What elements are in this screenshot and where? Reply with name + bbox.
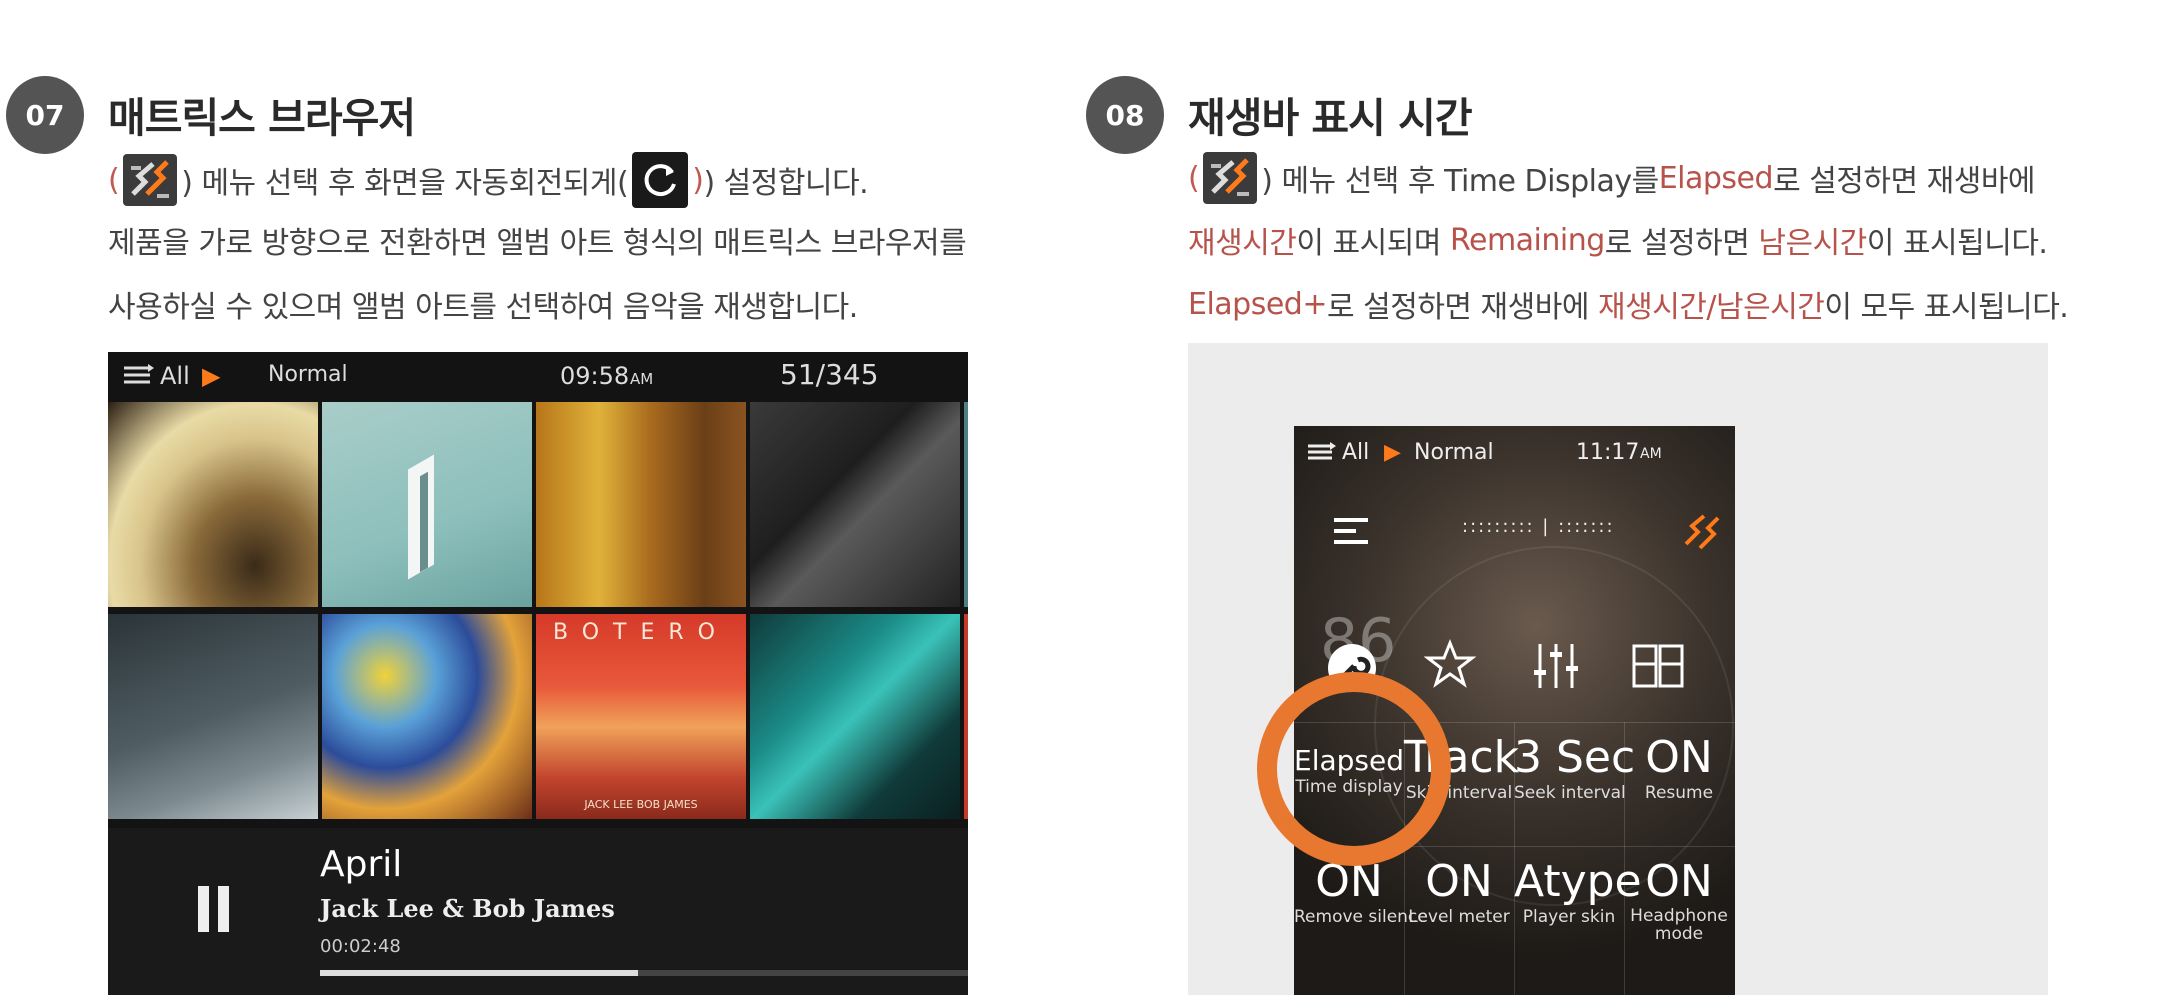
progress-fill	[320, 970, 638, 976]
setting-label: Player skin	[1522, 907, 1616, 927]
play-icon: ▶	[202, 362, 221, 390]
setting-value: 3 Sec	[1514, 732, 1636, 783]
setting-cell-headphone-mode[interactable]: ON Headphone mode	[1624, 856, 1734, 943]
setting-cell-resume[interactable]: ON Resume	[1624, 732, 1734, 803]
setting-cell-seek-interval[interactable]: 3 Sec Seek interval	[1514, 732, 1636, 803]
setting-value: ON	[1645, 732, 1713, 783]
repeat-icon	[1306, 440, 1338, 470]
matrix-browser-screenshot: All ▶ Normal 09:58 AM 51/345 BOTERO JACK…	[108, 352, 968, 995]
pause-icon[interactable]	[196, 886, 232, 932]
setting-cell-level-meter[interactable]: ON Level meter	[1404, 856, 1514, 927]
album-art-botero[interactable]: BOTERO JACK LEE BOB JAMES	[536, 614, 746, 819]
album-art[interactable]	[108, 402, 318, 607]
list-icon[interactable]	[1334, 518, 1368, 544]
setting-label: Seek interval	[1514, 783, 1626, 803]
album-art[interactable]	[108, 614, 318, 819]
setting-label: Remove silence	[1294, 907, 1428, 927]
instruction-line-2: 재생시간 이 표시되며 Remaining 로 설정하면 남은시간 이 표시됩니…	[1188, 222, 2048, 262]
album-art[interactable]	[964, 402, 968, 607]
menu-icon	[123, 154, 178, 206]
album-art[interactable]	[750, 402, 960, 607]
menu-icon	[1203, 152, 1258, 204]
play-icon: ▶	[1384, 440, 1401, 465]
clock: 11:17	[1576, 440, 1640, 465]
step-badge: 08	[1086, 76, 1164, 154]
setting-cell-player-skin[interactable]: Atype Player skin	[1514, 856, 1642, 927]
repeat-icon	[122, 362, 156, 394]
equalizer-icon[interactable]	[1530, 640, 1582, 696]
album-art[interactable]	[536, 402, 746, 607]
instruction-line-1: ( ) 메뉴 선택 후 Time Display를 Elapsed 로 설정하면…	[1188, 152, 2036, 204]
setting-value: Atype	[1514, 856, 1642, 907]
setting-value: ON	[1645, 856, 1713, 907]
track-count: 51/345	[780, 358, 879, 391]
setting-label: Resume	[1644, 783, 1714, 803]
section-title: 재생바 표시 시간	[1188, 94, 1473, 142]
player-status-bar: All ▶ Normal 09:58 AM 51/345	[108, 352, 968, 400]
now-playing-bar: April Jack Lee & Bob James 00:02:48	[108, 828, 968, 995]
menu-icon[interactable]	[1680, 510, 1724, 558]
step-badge: 07	[6, 76, 84, 154]
track-title: April	[320, 844, 403, 885]
progress-bar[interactable]	[320, 970, 968, 976]
album-art-grid: BOTERO JACK LEE BOB JAMES	[108, 402, 968, 822]
instruction-line-3: 사용하실 수 있으며 앨범 아트를 선택하여 음악을 재생합니다.	[108, 290, 858, 325]
album-art[interactable]	[322, 614, 532, 819]
auto-rotate-icon	[632, 152, 689, 208]
ab-repeat-icon[interactable]	[1630, 640, 1686, 696]
album-art[interactable]	[750, 614, 960, 819]
track-artist: Jack Lee & Bob James	[320, 894, 615, 923]
elapsed-time: 00:02:48	[320, 936, 401, 957]
section-title: 매트릭스 브라우저	[108, 94, 416, 142]
instruction-line-2: 제품을 가로 방향으로 전환하면 앨범 아트 형식의 매트릭스 브라우저를	[108, 226, 967, 261]
star-icon[interactable]	[1423, 638, 1477, 694]
setting-label: Headphone mode	[1630, 906, 1728, 944]
album-art[interactable]	[322, 402, 532, 607]
instruction-line-3: Elapsed+ 로 설정하면 재생바에 재생시간/남은시간 이 모두 표시됩니…	[1188, 286, 2069, 326]
play-mode-label: Normal	[1414, 440, 1494, 465]
album-art[interactable]	[964, 614, 968, 819]
level-meter-icon: ::::::::: | :::::::	[1462, 516, 1615, 537]
play-mode-label: Normal	[268, 362, 348, 387]
device-status-bar: All ▶ Normal 11:17 AM 50	[1294, 426, 1735, 478]
setting-value: ON	[1425, 856, 1493, 907]
clock: 09:58	[560, 362, 630, 390]
clock-ampm: AM	[630, 370, 654, 388]
clock-ampm: AM	[1640, 446, 1662, 462]
rotate-icon[interactable]	[1732, 640, 1735, 696]
device-top-row: ::::::::: | :::::::	[1294, 478, 1735, 588]
setting-cell-remove-silence[interactable]: ON Remove silence	[1294, 856, 1428, 927]
instruction-line-1: ( ) 메뉴 선택 후 화면을 자동회전되게( ) ) 설정합니다.	[108, 152, 869, 208]
repeat-mode-label: All	[160, 362, 190, 390]
highlight-circle	[1257, 672, 1451, 866]
setting-label: Level meter	[1408, 907, 1510, 927]
repeat-mode-label: All	[1342, 440, 1370, 465]
